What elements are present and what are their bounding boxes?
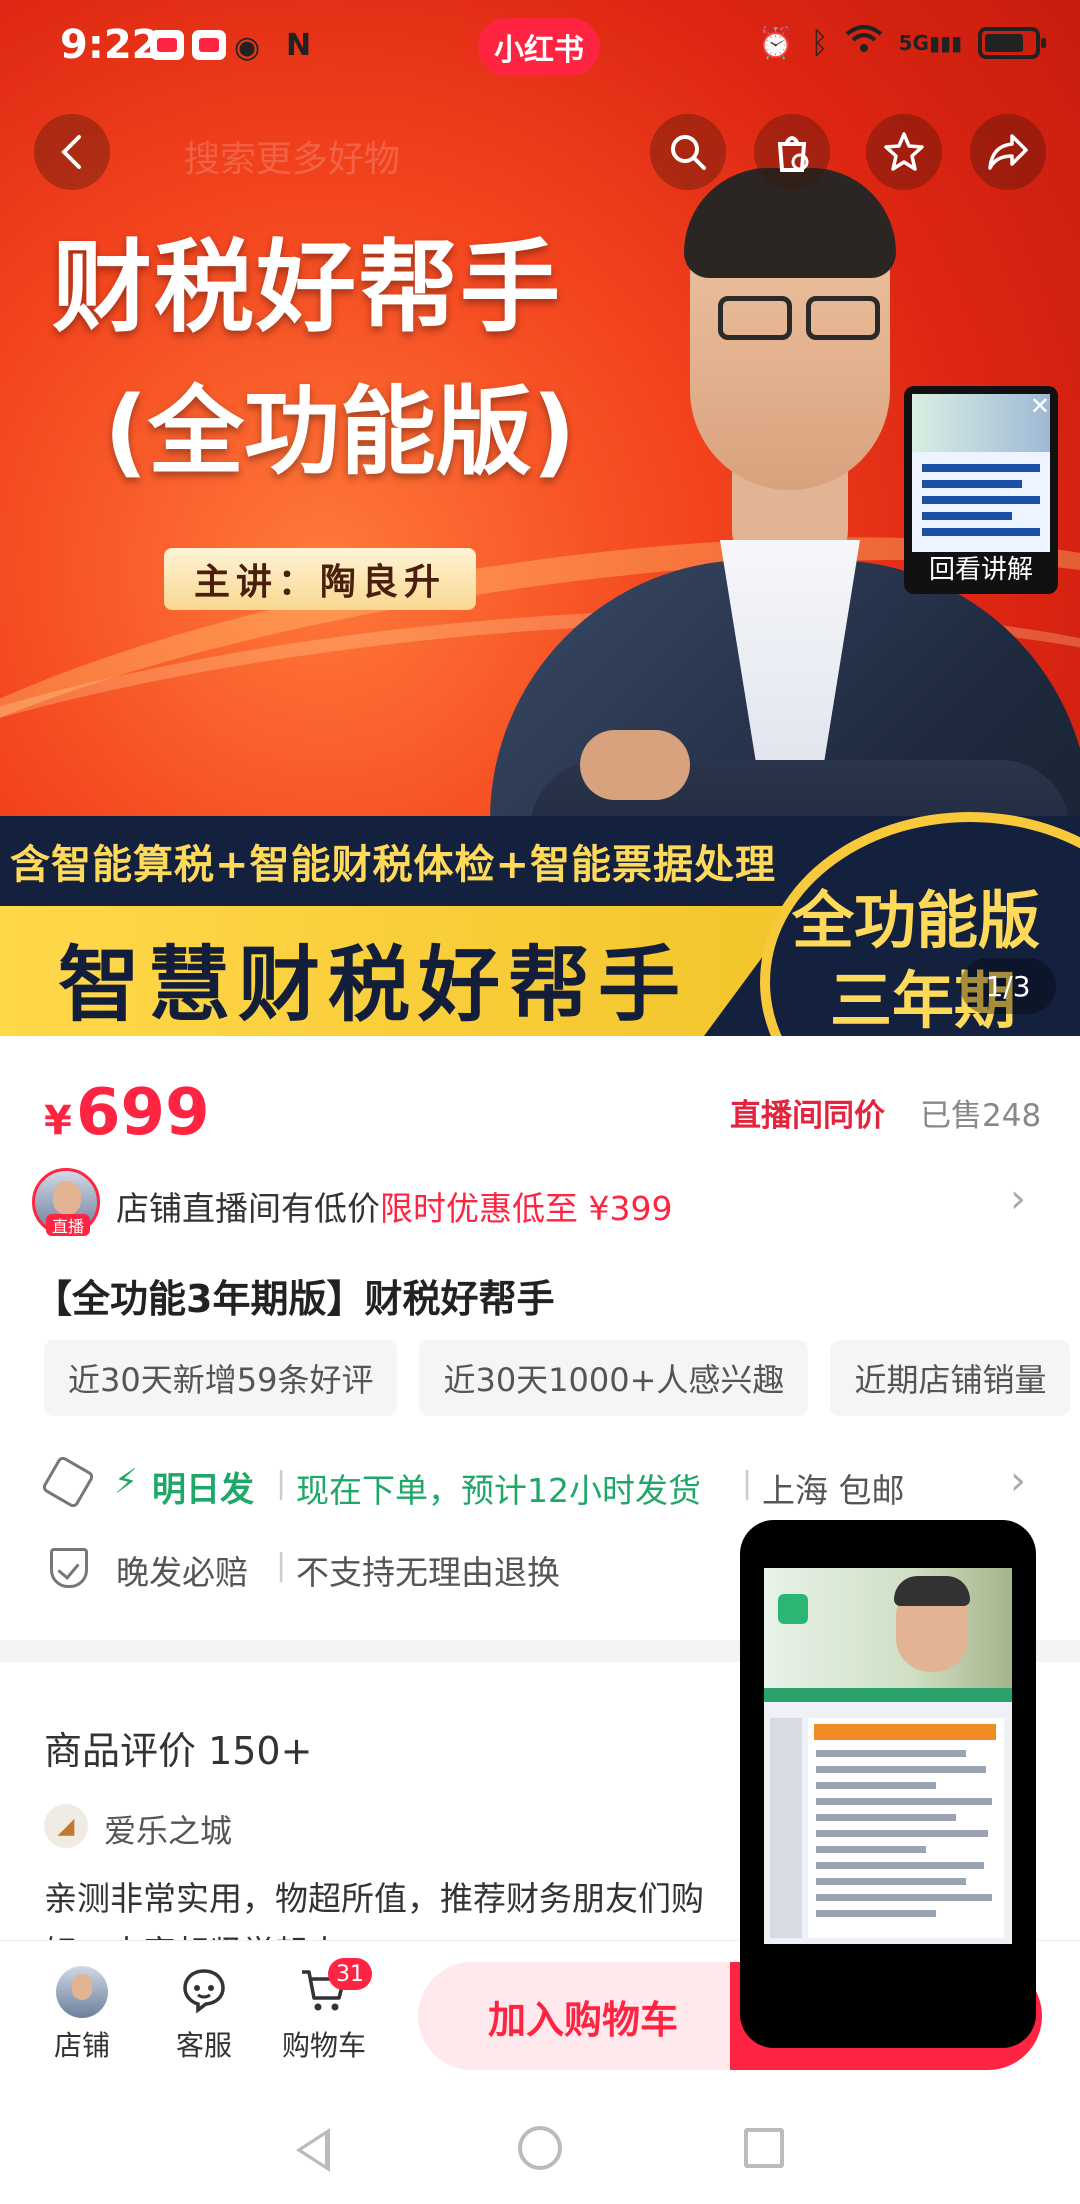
- ship-location: 上海 包邮: [762, 1471, 905, 1510]
- tag-new-reviews[interactable]: 近30天新增59条好评: [44, 1340, 398, 1416]
- late-compensation-label: 晚发必赔: [116, 1553, 248, 1592]
- tag-interest[interactable]: 近30天1000+人感兴趣: [419, 1340, 809, 1416]
- presenter-tag: 主讲：陶良升: [164, 548, 476, 610]
- image-page-counter: 1/3: [960, 958, 1056, 1014]
- star-icon: [884, 132, 924, 171]
- back-button[interactable]: [34, 114, 110, 190]
- search-icon: [671, 135, 706, 170]
- store-avatar: [56, 1966, 108, 2018]
- alarm-icon: ⏰: [757, 25, 795, 61]
- brand-logo: 小红书: [478, 18, 600, 76]
- search-button[interactable]: [650, 114, 726, 190]
- status-bar: 9:22 ◉ N 小红书 ⏰ ᛒ 5G▮▮▮: [0, 0, 1080, 90]
- cart-label: 购物车: [281, 2029, 366, 2062]
- product-tags: 近30天新增59条好评 近30天1000+人感兴趣 近期店铺销量: [44, 1340, 1071, 1416]
- lightning-icon: ⚡: [114, 1462, 138, 1502]
- notification-app-icon: [192, 30, 226, 60]
- chevron-left-icon: [61, 135, 81, 169]
- reviewer-name: 爱乐之城: [104, 1812, 233, 1850]
- chevron-right-icon[interactable]: ›: [1010, 1176, 1026, 1222]
- divider: |: [742, 1466, 753, 1501]
- ship-tomorrow-label: 明日发: [152, 1470, 254, 1510]
- banner-headline: 智慧财税好帮手: [58, 938, 689, 1033]
- promo-label: 店铺直播间有低价: [116, 1189, 380, 1228]
- currency-symbol: ¥: [44, 1098, 72, 1144]
- eye-icon: ◉: [234, 30, 261, 65]
- hero-subtitle: (全功能版): [104, 376, 576, 488]
- product-title: 【全功能3年期版】财税好帮手: [34, 1277, 555, 1321]
- wifi-icon: [845, 24, 883, 62]
- divider: |: [276, 1548, 287, 1583]
- signal-icon: 5G▮▮▮: [898, 31, 962, 55]
- chat-bubble-icon: [183, 1969, 225, 2014]
- close-icon[interactable]: ✕: [1030, 392, 1050, 420]
- notification-app-icon: [150, 30, 184, 60]
- share-icon: [988, 134, 1028, 170]
- promo-highlight: 限时优惠低至 ¥399: [380, 1189, 673, 1228]
- bluetooth-icon: ᛒ: [810, 25, 829, 61]
- review-text-continued: 好，大家赶紧学起来: [44, 1926, 341, 1940]
- system-recents-icon[interactable]: [744, 2128, 784, 2168]
- ship-eta: 现在下单，预计12小时发货: [296, 1471, 701, 1510]
- reviews-title[interactable]: 商品评价 150+: [44, 1720, 312, 1775]
- review-text[interactable]: 亲测非常实用，物超所值，推荐财务朋友们购: [44, 1872, 704, 1920]
- status-time: 9:22: [60, 22, 160, 68]
- live-same-price-label: 直播间同价: [730, 1098, 885, 1134]
- tag-store-sales[interactable]: 近期店铺销量: [830, 1340, 1071, 1416]
- chevron-right-icon[interactable]: ›: [1010, 1458, 1026, 1504]
- version-label: 全功能版: [792, 884, 1041, 957]
- bag-clock-icon: [777, 136, 809, 172]
- live-badge: 直播: [46, 1214, 90, 1236]
- reviewer-avatar: ◢: [44, 1804, 88, 1848]
- store-button[interactable]: 店铺: [32, 1966, 132, 2064]
- battery-icon: [978, 27, 1046, 59]
- sold-count: 已售248: [920, 1098, 1042, 1134]
- hero-title: 财税好帮手: [52, 229, 562, 346]
- add-to-cart-button[interactable]: 加入购物车: [418, 1962, 748, 2070]
- cart-history-button[interactable]: [754, 114, 830, 190]
- product-price: 699: [76, 1076, 210, 1150]
- banner-features: 含智能算税+智能财税体检+智能票据处理: [10, 842, 777, 888]
- live-promo-text[interactable]: 店铺直播间有低价限时优惠低至 ¥399: [116, 1182, 672, 1230]
- live-replay-label: 回看讲解: [928, 555, 1033, 585]
- system-back-icon[interactable]: [296, 2128, 330, 2172]
- live-replay-thumbnail[interactable]: ✕ 回看讲解: [904, 386, 1058, 594]
- floating-live-video[interactable]: [740, 1520, 1036, 2048]
- favorite-button[interactable]: [866, 114, 942, 190]
- status-icons: ⏰ ᛒ 5G▮▮▮: [757, 24, 1046, 62]
- nfc-icon: N: [286, 28, 312, 63]
- cart-count-badge: 31: [328, 1958, 372, 1990]
- shield-check-icon: [50, 1548, 88, 1588]
- store-label: 店铺: [53, 2029, 110, 2062]
- divider: |: [276, 1466, 287, 1501]
- share-button[interactable]: [970, 114, 1046, 190]
- search-placeholder: 搜索更多好物: [184, 139, 401, 180]
- customer-service-button[interactable]: 客服: [154, 1966, 254, 2064]
- service-label: 客服: [175, 2029, 232, 2062]
- system-home-icon[interactable]: [518, 2126, 562, 2170]
- no-return-label: 不支持无理由退换: [296, 1553, 560, 1592]
